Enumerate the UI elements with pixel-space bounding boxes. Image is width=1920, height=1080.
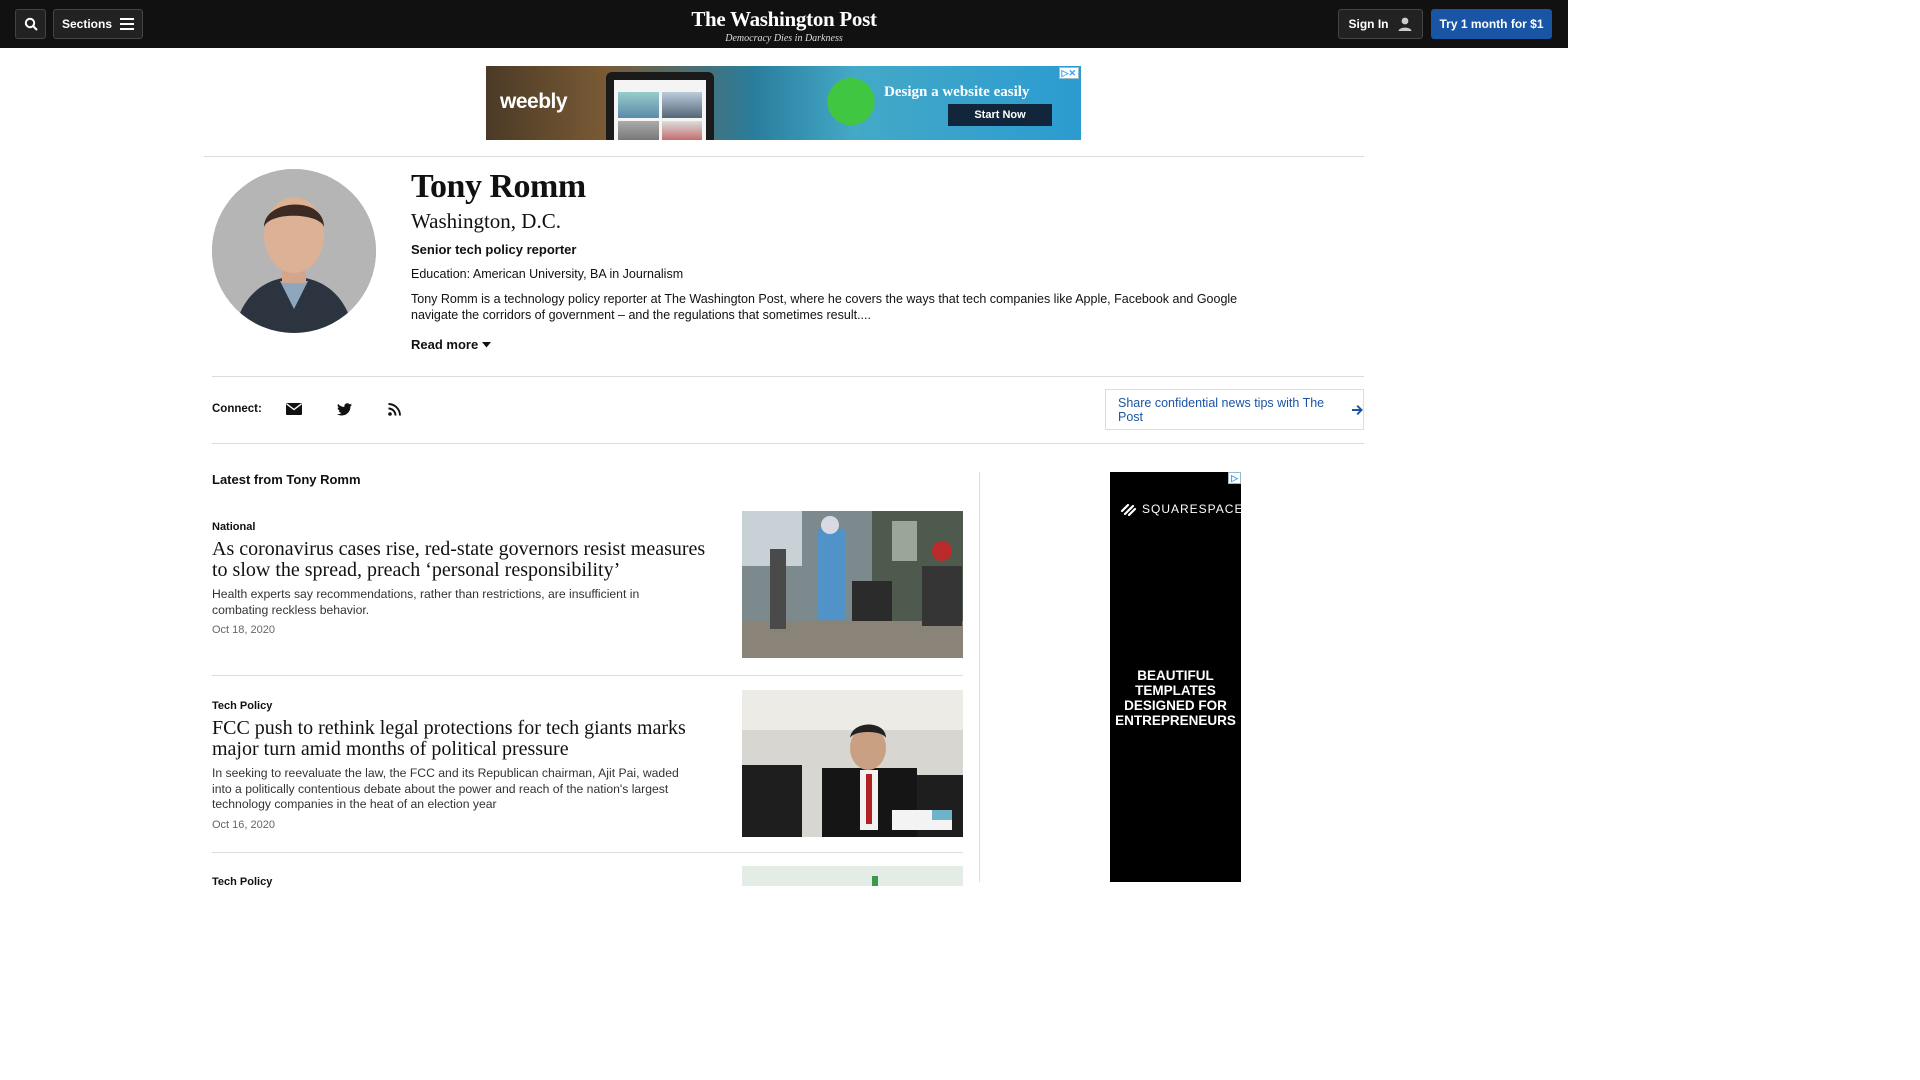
- ad-headline: Design a website easily: [884, 84, 1030, 100]
- sign-in-button[interactable]: Sign In: [1338, 9, 1423, 39]
- arrow-right-icon: [1351, 404, 1363, 415]
- logo-tagline: Democracy Dies in Darkness: [725, 33, 843, 44]
- top-navigation-bar: Sections The Washington Post Democracy D…: [0, 0, 1568, 48]
- article-thumbnail[interactable]: [742, 866, 963, 886]
- rss-icon[interactable]: [385, 400, 403, 418]
- ad-laptop-image: [606, 72, 714, 140]
- author-avatar: [212, 169, 376, 333]
- sign-in-label: Sign In: [1348, 17, 1389, 31]
- author-education: Education: American University, BA in Jo…: [411, 267, 684, 281]
- column-divider: [979, 472, 980, 882]
- side-ad-brand: SQUARESPACE: [1120, 502, 1243, 516]
- article-headline[interactable]: As coronavirus cases rise, red-state gov…: [212, 539, 712, 581]
- divider: [212, 675, 963, 676]
- article-item: Tech Policy: [212, 866, 963, 888]
- ad-photographer-image: [816, 76, 886, 140]
- squarespace-logo-icon: [1120, 503, 1137, 516]
- news-tips-link[interactable]: Share confidential news tips with The Po…: [1105, 389, 1364, 430]
- article-blurb: Health experts say recommendations, rath…: [212, 587, 640, 617]
- divider: [212, 443, 1364, 444]
- author-location: Washington, D.C.: [411, 209, 561, 233]
- site-logo[interactable]: The Washington Post Democracy Dies in Da…: [0, 7, 1568, 44]
- ad-start-now-button[interactable]: Start Now: [948, 104, 1052, 126]
- email-icon[interactable]: [285, 400, 303, 418]
- divider: [212, 376, 1364, 377]
- read-more-label: Read more: [411, 337, 479, 352]
- banner-advertisement[interactable]: weebly Design a website easily Start Now…: [486, 66, 1081, 140]
- caret-down-icon: [482, 341, 492, 347]
- logo-name: The Washington Post: [691, 7, 877, 31]
- adchoices-icon[interactable]: ▷✕: [1058, 67, 1079, 79]
- article-item: National As coronavirus cases rise, red-…: [212, 511, 963, 658]
- news-tips-label: Share confidential news tips with The Po…: [1118, 395, 1325, 424]
- read-more-button[interactable]: Read more: [411, 337, 492, 352]
- author-bio: Tony Romm is a technology policy reporte…: [411, 292, 1238, 322]
- divider: [212, 852, 963, 853]
- article-blurb: In seeking to reevaluate the law, the FC…: [212, 766, 679, 811]
- adchoices-icon[interactable]: ▷: [1228, 472, 1241, 484]
- connect-label: Connect:: [212, 403, 262, 415]
- latest-heading: Latest from Tony Romm: [212, 472, 361, 487]
- author-role: Senior tech policy reporter: [411, 242, 577, 257]
- article-thumbnail[interactable]: [742, 511, 963, 658]
- ad-brand-logo: weebly: [500, 90, 568, 113]
- side-ad-brand-label: SQUARESPACE: [1142, 502, 1244, 516]
- article-headline[interactable]: FCC push to rethink legal protections fo…: [212, 718, 712, 760]
- side-ad-copy: BEAUTIFUL TEMPLATES DESIGNED FOR ENTREPR…: [1115, 668, 1236, 728]
- author-name: Tony Romm: [411, 168, 586, 205]
- divider: [204, 156, 1364, 157]
- user-icon: [1398, 17, 1411, 31]
- article-item: Tech Policy FCC push to rethink legal pr…: [212, 690, 963, 837]
- twitter-icon[interactable]: [335, 400, 353, 418]
- article-thumbnail[interactable]: [742, 690, 963, 837]
- subscribe-trial-button[interactable]: Try 1 month for $1: [1431, 9, 1552, 39]
- side-advertisement[interactable]: ▷ SQUARESPACE BEAUTIFUL TEMPLATES DESIGN…: [1110, 472, 1243, 882]
